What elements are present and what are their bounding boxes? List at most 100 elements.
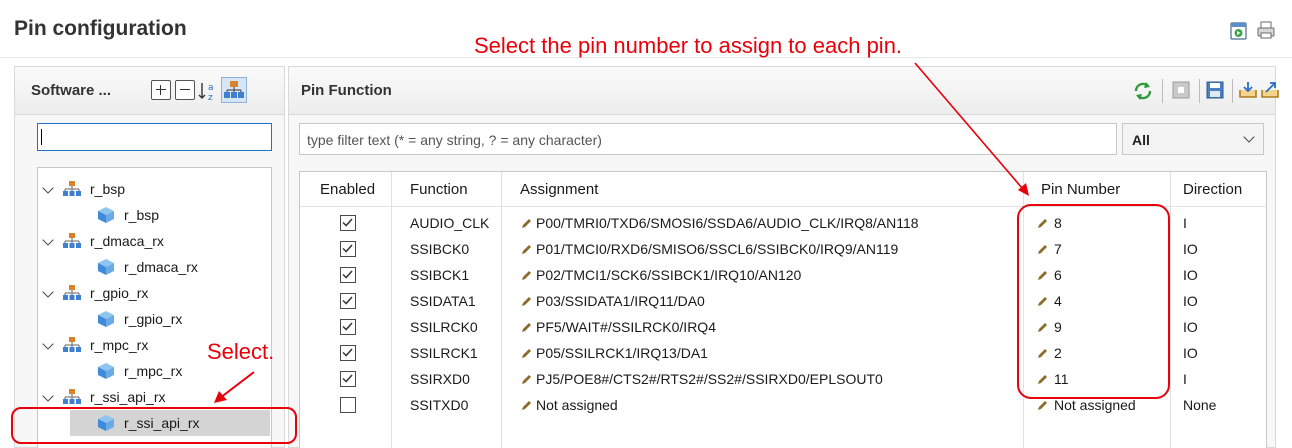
tree-item-label: r_dmaca_rx [124,259,198,275]
assignment-cell[interactable]: PJ5/POE8#/CTS2#/RTS2#/SS2#/SSIRXD0/EPLSO… [536,371,883,387]
filter-placeholder: type filter text (* = any string, ? = an… [307,132,602,148]
enabled-checkbox-checked[interactable] [340,371,356,387]
column-header-assignment[interactable]: Assignment [520,181,598,198]
module-cube-icon [96,362,116,380]
separator [1162,79,1163,103]
pin-number-cell[interactable]: Not assigned [1054,397,1136,413]
tree-item-r-mpc-rx-module[interactable]: r_mpc_rx [96,358,182,384]
tree-item-r-dmaca-rx-module[interactable]: r_dmaca_rx [96,254,198,280]
chevron-down-icon [1243,131,1255,143]
function-cell: SSILRCK1 [410,345,478,361]
software-panel-header: Software ... a z [15,67,284,115]
assignment-cell[interactable]: P05/SSILRCK1/IRQ13/DA1 [536,345,708,361]
assignment-cell[interactable]: PF5/WAIT#/SSILRCK0/IRQ4 [536,319,716,335]
tree-item-label: r_bsp [90,181,126,197]
collapse-all-icon[interactable] [175,80,195,100]
assignment-cell[interactable]: P02/TMCI1/SCK6/SSIBCK1/IRQ10/AN120 [536,267,801,283]
chevron-down-icon[interactable] [42,286,56,300]
module-cube-icon [96,206,116,224]
board-icon[interactable] [1171,80,1191,100]
edit-pencil-icon [520,217,532,229]
component-icon [62,388,82,406]
assignment-cell[interactable]: P00/TMRI0/TXD6/SMOSI6/SSDA6/AUDIO_CLK/IR… [536,215,919,231]
svg-text:z: z [208,93,213,102]
tree-item-label: r_gpio_rx [90,285,149,301]
enabled-checkbox-checked[interactable] [340,319,356,335]
column-header-function[interactable]: Function [410,181,468,198]
enabled-checkbox-checked[interactable] [340,267,356,283]
separator [1232,79,1233,103]
pin-filter-select[interactable]: All [1122,123,1264,155]
function-cell: SSIRXD0 [410,371,470,387]
direction-cell: IO [1183,345,1198,361]
tree-item-label: r_bsp [124,207,160,223]
annotation-select: Select. [207,339,275,364]
pin-function-title: Pin Function [301,82,392,99]
column-header-pin-number[interactable]: Pin Number [1041,181,1120,198]
generate-code-icon[interactable] [1228,19,1250,41]
edit-pencil-icon [520,347,532,359]
direction-cell: IO [1183,267,1198,283]
tree-item-label: r_dmaca_rx [90,233,164,249]
column-header-enabled[interactable]: Enabled [320,181,375,198]
enabled-checkbox-checked[interactable] [340,345,356,361]
function-cell: SSILRCK0 [410,319,478,335]
page-title: Pin configuration [14,17,187,40]
assignment-cell[interactable]: P01/TMCI0/RXD6/SMISO6/SSCL6/SSIBCK0/IRQ9… [536,241,898,257]
print-icon[interactable] [1255,19,1277,41]
edit-pencil-icon [520,399,532,411]
tree-item-r-mpc-rx[interactable]: r_mpc_rx [42,332,148,358]
component-icon [62,336,82,354]
chevron-down-icon[interactable] [42,338,56,352]
annotation-select-pin-number: Select the pin number to assign to each … [474,33,903,58]
function-cell: AUDIO_CLK [410,215,490,231]
tree-item-r-dmaca-rx[interactable]: r_dmaca_rx [42,228,164,254]
software-components-panel: Software ... a z r_bsp r_bsp r_dmaca_rx … [14,66,285,448]
tree-item-r-gpio-rx-module[interactable]: r_gpio_rx [96,306,182,332]
enabled-checkbox-checked[interactable] [340,241,356,257]
function-cell: SSITXD0 [410,397,469,413]
edit-pencil-icon [520,373,532,385]
software-panel-title: Software ... [31,82,112,99]
pin-number-highlight [1017,204,1170,399]
chevron-down-icon[interactable] [42,234,56,248]
direction-cell: I [1183,371,1187,387]
import-icon[interactable] [1238,80,1258,100]
column-header-direction[interactable]: Direction [1183,181,1242,198]
enabled-checkbox-checked[interactable] [340,215,356,231]
selected-item-highlight [11,407,297,444]
hierarchy-view-icon[interactable] [221,77,247,103]
enabled-checkbox[interactable] [340,397,356,413]
pin-filter-input[interactable]: type filter text (* = any string, ? = an… [299,123,1117,155]
refresh-icon[interactable] [1131,79,1155,103]
chevron-down-icon[interactable] [42,390,56,404]
expand-all-icon[interactable] [151,80,171,100]
assignment-cell[interactable]: Not assigned [536,397,618,413]
software-filter-input[interactable] [37,123,272,151]
chevron-down-icon[interactable] [42,182,56,196]
sort-alphabetical-icon[interactable]: a z [197,80,217,103]
save-report-icon[interactable] [1205,80,1225,100]
module-cube-icon [96,310,116,328]
export-icon[interactable] [1260,80,1280,100]
function-cell: SSIBCK1 [410,267,470,283]
text-caret [41,129,42,145]
tree-item-r-bsp-module[interactable]: r_bsp [96,202,159,228]
tree-item-r-gpio-rx[interactable]: r_gpio_rx [42,280,148,306]
tree-item-label: r_mpc_rx [90,337,149,353]
function-cell: SSIBCK0 [410,241,470,257]
direction-cell: I [1183,215,1187,231]
tree-item-label: r_gpio_rx [124,311,183,327]
pin-function-header: Pin Function [289,67,1279,115]
assignment-cell[interactable]: P03/SSIDATA1/IRQ11/DA0 [536,293,705,309]
edit-pencil-icon [520,321,532,333]
component-icon [62,284,82,302]
tree-item-r-bsp[interactable]: r_bsp [42,176,125,202]
module-cube-icon [96,258,116,276]
edit-pencil-icon [520,269,532,281]
enabled-checkbox-checked[interactable] [340,293,356,309]
separator [1199,79,1200,103]
function-cell: SSIDATA1 [410,293,476,309]
tree-item-label: r_ssi_api_rx [90,389,166,405]
edit-pencil-icon [1036,399,1048,411]
